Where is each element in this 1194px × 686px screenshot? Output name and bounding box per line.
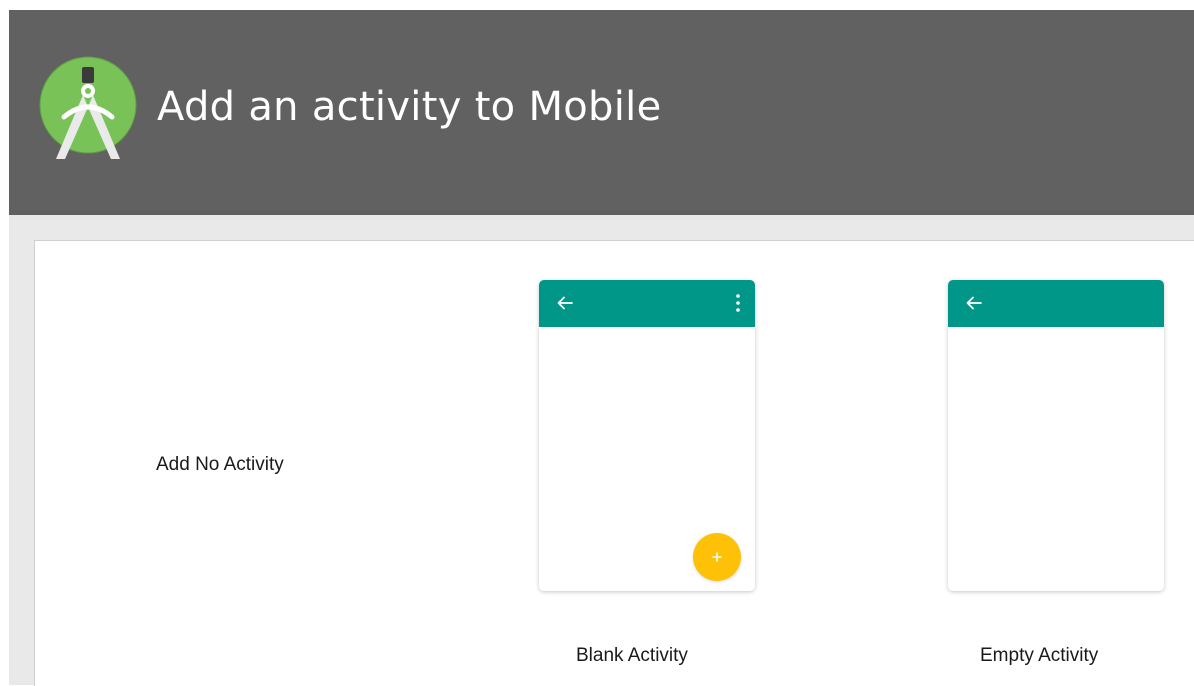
add-fab-icon xyxy=(712,552,722,562)
wizard-window: Add an activity to Mobile Add No Activit… xyxy=(0,0,1194,686)
floating-action-button-preview xyxy=(693,533,741,581)
app-bar-preview xyxy=(539,280,755,327)
overflow-menu-icon xyxy=(736,294,740,312)
page-title: Add an activity to Mobile xyxy=(157,84,662,130)
android-studio-logo-icon xyxy=(39,56,137,159)
empty-activity-template-card[interactable] xyxy=(948,280,1164,591)
empty-activity-label[interactable]: Empty Activity xyxy=(980,645,1098,667)
blank-activity-label[interactable]: Blank Activity xyxy=(576,645,688,667)
add-no-activity-option[interactable]: Add No Activity xyxy=(156,454,284,476)
blank-activity-template-card[interactable] xyxy=(539,280,755,591)
back-arrow-icon xyxy=(557,296,573,310)
app-bar-preview xyxy=(948,280,1164,327)
back-arrow-icon xyxy=(966,296,982,310)
